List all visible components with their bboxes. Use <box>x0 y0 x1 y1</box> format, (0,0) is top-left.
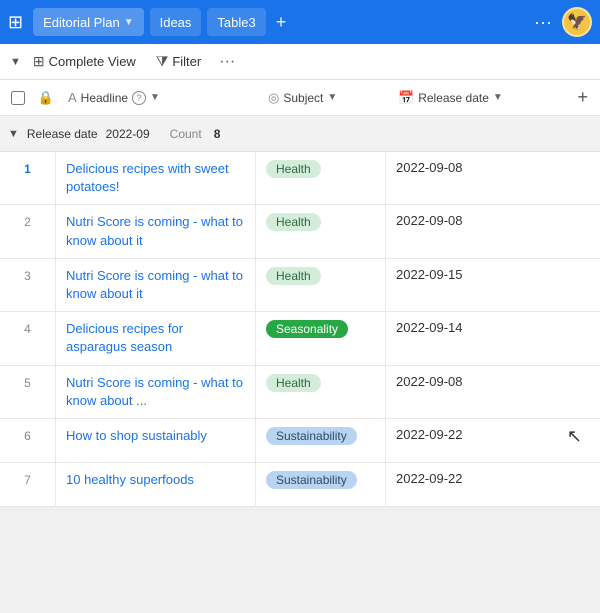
toolbar-more-button[interactable]: ··· <box>213 51 241 73</box>
table-row: 3 Nutri Score is coming - what to know a… <box>0 259 600 312</box>
row-release: 2022-09-08 <box>386 152 516 204</box>
checkbox-input[interactable] <box>11 91 25 105</box>
add-column-button[interactable]: + <box>569 87 596 108</box>
row-headline[interactable]: Nutri Score is coming - what to know abo… <box>56 259 256 311</box>
table-row: 6 How to shop sustainably Sustainability… <box>0 419 600 463</box>
row-subject: Sustainability <box>256 463 386 506</box>
topbar-more-button[interactable]: ··· <box>530 12 556 33</box>
row-release: 2022-09-22 <box>386 463 516 506</box>
filter-icon: ⧩ <box>156 53 169 70</box>
subject-badge: Sustainability <box>266 427 357 445</box>
row-subject: Seasonality <box>256 312 386 364</box>
row-release: 2022-09-08 <box>386 205 516 257</box>
subject-badge: Health <box>266 213 321 231</box>
row-headline[interactable]: Delicious recipes with sweet potatoes! <box>56 152 256 204</box>
table-icon: ⊞ <box>33 53 45 70</box>
table-row: 5 Nutri Score is coming - what to know a… <box>0 366 600 419</box>
row-number: 1 <box>0 152 56 204</box>
row-release: 2022-09-14 <box>386 312 516 364</box>
row-headline[interactable]: How to shop sustainably <box>56 419 256 462</box>
table-row: 7 10 healthy superfoods Sustainability 2… <box>0 463 600 507</box>
content-area: ▼ Release date 2022-09 Count 8 1 Delicio… <box>0 116 600 613</box>
column-header-headline[interactable]: A Headline ? ▼ <box>60 90 260 105</box>
row-release: 2022-09-15 <box>386 259 516 311</box>
group-collapse-icon[interactable]: ▼ <box>8 128 19 140</box>
row-subject: Health <box>256 205 386 257</box>
tab-editorial-plan[interactable]: Editorial Plan ▼ <box>33 8 144 36</box>
row-subject: Health <box>256 259 386 311</box>
row-number: 3 <box>0 259 56 311</box>
row-number: 2 <box>0 205 56 257</box>
release-col-arrow[interactable]: ▼ <box>493 92 503 103</box>
tab-table3[interactable]: Table3 <box>207 8 265 36</box>
tab-editorial-plan-arrow: ▼ <box>124 17 134 28</box>
app-grid-icon[interactable]: ⊞ <box>8 12 23 33</box>
select-all-checkbox[interactable] <box>4 91 32 105</box>
row-release: 2022-09-08 <box>386 366 516 418</box>
subject-badge: Health <box>266 160 321 178</box>
toolbar: ▼ ⊞ Complete View ⧩ Filter ··· <box>0 44 600 80</box>
help-icon[interactable]: ? <box>132 91 146 105</box>
column-header-release[interactable]: 📅 Release date ▼ <box>390 90 520 106</box>
subject-col-arrow[interactable]: ▼ <box>327 92 337 103</box>
row-subject: Sustainability <box>256 419 386 462</box>
row-headline[interactable]: Nutri Score is coming - what to know abo… <box>56 205 256 257</box>
row-release: 2022-09-22 <box>386 419 516 462</box>
row-headline[interactable]: Nutri Score is coming - what to know abo… <box>56 366 256 418</box>
row-number: 4 <box>0 312 56 364</box>
subject-col-label: Subject <box>283 91 323 105</box>
table-rows: 1 Delicious recipes with sweet potatoes!… <box>0 152 600 507</box>
count-value: 8 <box>214 127 221 141</box>
table-row: 2 Nutri Score is coming - what to know a… <box>0 205 600 258</box>
top-bar: ⊞ Editorial Plan ▼ Ideas Table3 + ··· 🦅 <box>0 0 600 44</box>
tab-ideas-label: Ideas <box>160 15 192 30</box>
row-number: 5 <box>0 366 56 418</box>
row-subject: Health <box>256 152 386 204</box>
row-subject: Health <box>256 366 386 418</box>
filter-button[interactable]: ⧩ Filter <box>148 49 209 74</box>
tab-editorial-plan-label: Editorial Plan <box>43 15 120 30</box>
circle-icon: ◎ <box>268 90 279 106</box>
complete-view-button[interactable]: ⊞ Complete View <box>25 49 144 74</box>
lock-icon: 🔒 <box>32 90 60 106</box>
subject-badge: Health <box>266 374 321 392</box>
table-row: 1 Delicious recipes with sweet potatoes!… <box>0 152 600 205</box>
calendar-icon: 📅 <box>398 90 414 106</box>
subject-badge: Health <box>266 267 321 285</box>
row-number: 6 <box>0 419 56 462</box>
headline-col-label: Headline <box>81 91 128 105</box>
user-avatar[interactable]: 🦅 <box>562 7 592 37</box>
headline-col-arrow[interactable]: ▼ <box>150 92 160 103</box>
column-header-subject[interactable]: ◎ Subject ▼ <box>260 90 390 106</box>
release-col-label: Release date <box>418 91 489 105</box>
complete-view-label: Complete View <box>49 54 136 69</box>
table-row: 4 Delicious recipes for asparagus season… <box>0 312 600 365</box>
subject-badge: Sustainability <box>266 471 357 489</box>
app-container: ⊞ Editorial Plan ▼ Ideas Table3 + ··· 🦅 … <box>0 0 600 613</box>
tab-ideas[interactable]: Ideas <box>150 8 202 36</box>
filter-label: Filter <box>172 54 201 69</box>
group-header: ▼ Release date 2022-09 Count 8 <box>0 116 600 152</box>
count-label: Count <box>170 127 202 141</box>
group-label: Release date <box>27 127 98 141</box>
subject-badge: Seasonality <box>266 320 348 338</box>
row-number: 7 <box>0 463 56 506</box>
tab-table3-label: Table3 <box>217 15 255 30</box>
row-headline[interactable]: Delicious recipes for asparagus season <box>56 312 256 364</box>
group-value: 2022-09 <box>106 127 150 141</box>
text-icon: A <box>68 90 77 105</box>
toolbar-collapse-icon[interactable]: ▼ <box>10 56 21 68</box>
add-tab-button[interactable]: + <box>272 12 291 33</box>
row-headline[interactable]: 10 healthy superfoods <box>56 463 256 506</box>
column-headers: 🔒 A Headline ? ▼ ◎ Subject ▼ 📅 Release d… <box>0 80 600 116</box>
